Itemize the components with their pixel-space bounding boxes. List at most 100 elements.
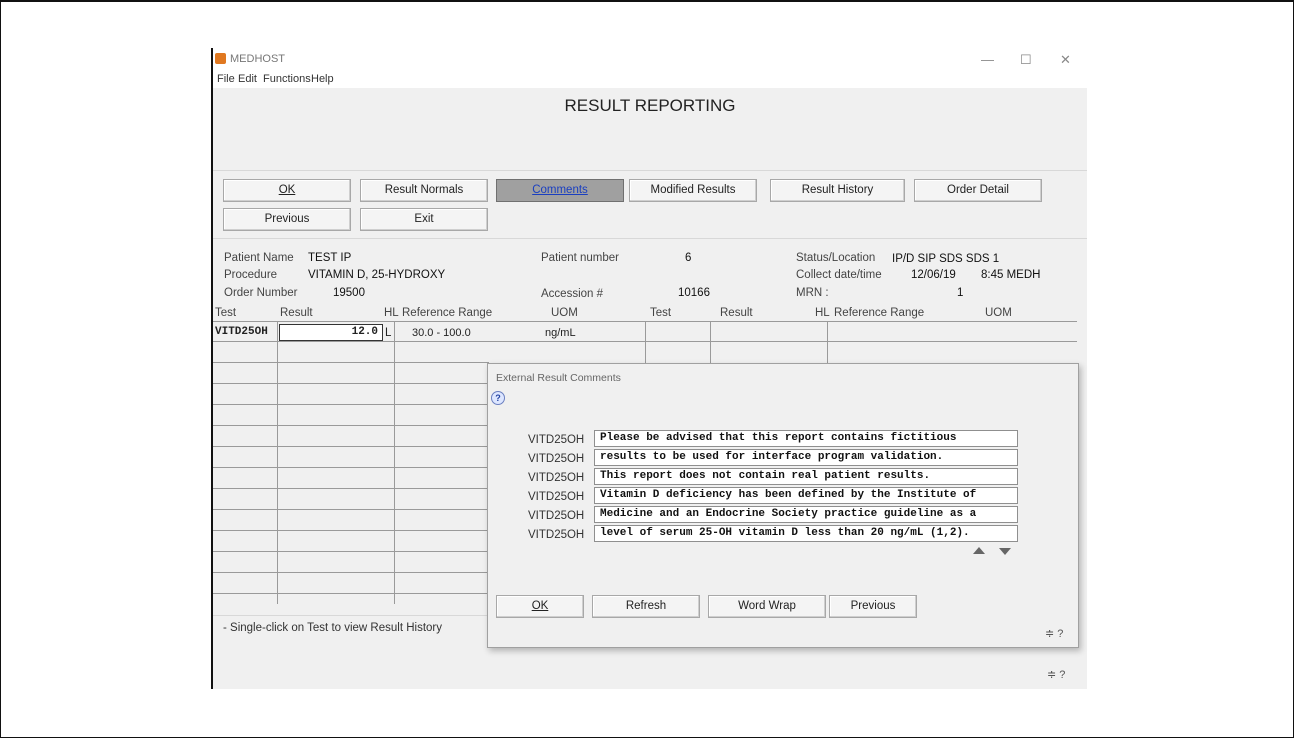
result-normals-label: Result Normals [384, 184, 464, 196]
grid-row-line [213, 572, 489, 573]
comment-line-field[interactable]: Medicine and an Endocrine Society practi… [594, 506, 1018, 523]
help-icon[interactable]: ? [491, 391, 505, 405]
comments-button[interactable]: Comments [496, 179, 624, 202]
dialog-word-wrap-button[interactable]: Word Wrap [708, 595, 826, 618]
modified-results-button[interactable]: Modified Results [629, 179, 757, 202]
status-location-value: IP/D SIP SDS SDS 1 [892, 253, 1000, 265]
grid-row-line [213, 404, 489, 405]
col-header-result-2: Result [720, 307, 753, 319]
grid-col-line [645, 321, 646, 363]
col-header-test-2: Test [650, 307, 672, 319]
comment-line-field[interactable]: level of serum 25-OH vitamin D less than… [594, 525, 1018, 542]
grid-row-line [213, 446, 489, 447]
col-header-result: Result [280, 307, 313, 319]
scroll-down-icon[interactable] [999, 548, 1011, 555]
window-sort-help-icon[interactable]: ≑ ? [1047, 668, 1065, 681]
comment-text: Please be advised that this report conta… [600, 432, 957, 444]
comment-code: VITD25OH [528, 472, 585, 484]
patient-number-value: 6 [685, 252, 692, 264]
exit-label: Exit [414, 213, 434, 225]
row-test-code[interactable]: VITD25OH [215, 326, 268, 338]
medhost-app-icon [215, 53, 226, 64]
dialog-ok-label: OK [531, 600, 549, 612]
procedure-value: VITAMIN D, 25-HYDROXY [308, 269, 446, 281]
order-detail-button[interactable]: Order Detail [914, 179, 1042, 202]
order-number-label: Order Number [224, 287, 298, 299]
comments-label: Comments [532, 184, 588, 196]
dialog-previous-button[interactable]: Previous [829, 595, 917, 618]
patient-name-value: TEST IP [308, 252, 352, 264]
order-detail-label: Order Detail [947, 184, 1009, 196]
previous-label: Previous [264, 213, 310, 225]
col-header-range-2: Reference Range [834, 307, 925, 319]
comment-code: VITD25OH [528, 510, 585, 522]
patient-number-label: Patient number [541, 252, 619, 264]
comment-code: VITD25OH [528, 491, 585, 503]
comment-text: Vitamin D deficiency has been defined by… [600, 489, 977, 501]
comment-text: This report does not contain real patien… [600, 470, 931, 482]
grid-row-line [213, 362, 489, 363]
external-result-comments-dialog: External Result Comments ? VITD25OH Plea… [487, 363, 1079, 648]
row-result-value: 12.0 [351, 326, 378, 338]
mrn-value: 1 [957, 287, 964, 299]
dialog-word-wrap-label: Word Wrap [738, 600, 796, 612]
accession-label: Accession # [541, 288, 604, 300]
col-header-uom-2: UOM [985, 307, 1012, 319]
maximize-icon[interactable]: ☐ [1020, 52, 1032, 68]
result-history-button[interactable]: Result History [770, 179, 905, 202]
dialog-title: External Result Comments [496, 372, 621, 384]
menu-bar: File Edit Functions Help [213, 70, 1087, 88]
comment-line-field[interactable]: This report does not contain real patien… [594, 468, 1018, 485]
close-icon[interactable]: ✕ [1060, 52, 1071, 68]
row-result-input[interactable]: 12.0 [279, 324, 383, 341]
col-header-uom: UOM [551, 307, 578, 319]
patient-name-label: Patient Name [224, 252, 294, 264]
col-header-range: Reference Range [402, 307, 493, 319]
col-header-test: Test [215, 307, 237, 319]
dialog-sort-help-icon[interactable]: ≑ ? [1045, 627, 1063, 640]
collect-date-value: 12/06/19 [911, 269, 956, 281]
previous-button[interactable]: Previous [223, 208, 351, 231]
grid-row-line [213, 425, 489, 426]
menu-help[interactable]: Help [311, 73, 334, 85]
ok-button[interactable]: OK [223, 179, 351, 202]
grid-row-line [213, 341, 1077, 342]
comment-text: Medicine and an Endocrine Society practi… [600, 508, 977, 520]
dialog-ok-button[interactable]: OK [496, 595, 584, 618]
comment-text: results to be used for interface program… [600, 451, 944, 463]
comment-line-field[interactable]: Vitamin D deficiency has been defined by… [594, 487, 1018, 504]
grid-col-line [710, 321, 711, 363]
minimize-icon[interactable]: — [981, 52, 994, 67]
window-title: MEDHOST [230, 53, 285, 65]
comment-line-field[interactable]: Please be advised that this report conta… [594, 430, 1018, 447]
order-number-value: 19500 [333, 287, 365, 299]
scroll-up-icon[interactable] [973, 547, 985, 554]
menu-edit[interactable]: Edit [238, 73, 257, 85]
grid-row-line [213, 530, 489, 531]
result-history-label: Result History [801, 184, 874, 196]
comment-code: VITD25OH [528, 434, 585, 446]
menu-functions[interactable]: Functions [263, 73, 311, 85]
grid-col-line [394, 321, 395, 604]
comment-code: VITD25OH [528, 453, 585, 465]
comment-code: VITD25OH [528, 529, 585, 541]
mrn-label: MRN : [796, 287, 829, 299]
dialog-refresh-button[interactable]: Refresh [592, 595, 700, 618]
page-title: RESULT REPORTING [564, 96, 736, 115]
modified-results-label: Modified Results [650, 184, 736, 196]
grid-col-line [827, 321, 828, 363]
exit-button[interactable]: Exit [360, 208, 488, 231]
ok-button-label: OK [278, 184, 296, 196]
menu-file[interactable]: File [217, 73, 235, 85]
header-separator [213, 238, 1087, 239]
comment-line-field[interactable]: results to be used for interface program… [594, 449, 1018, 466]
grid-row-line [213, 551, 489, 552]
grid-row-line [213, 383, 489, 384]
col-header-hl: HL [384, 307, 399, 319]
grid-row-line [213, 593, 489, 594]
toolbar-separator [213, 170, 1087, 171]
grid-row-line [213, 467, 489, 468]
dialog-previous-label: Previous [850, 600, 896, 612]
footer-separator [213, 615, 489, 616]
result-normals-button[interactable]: Result Normals [360, 179, 488, 202]
